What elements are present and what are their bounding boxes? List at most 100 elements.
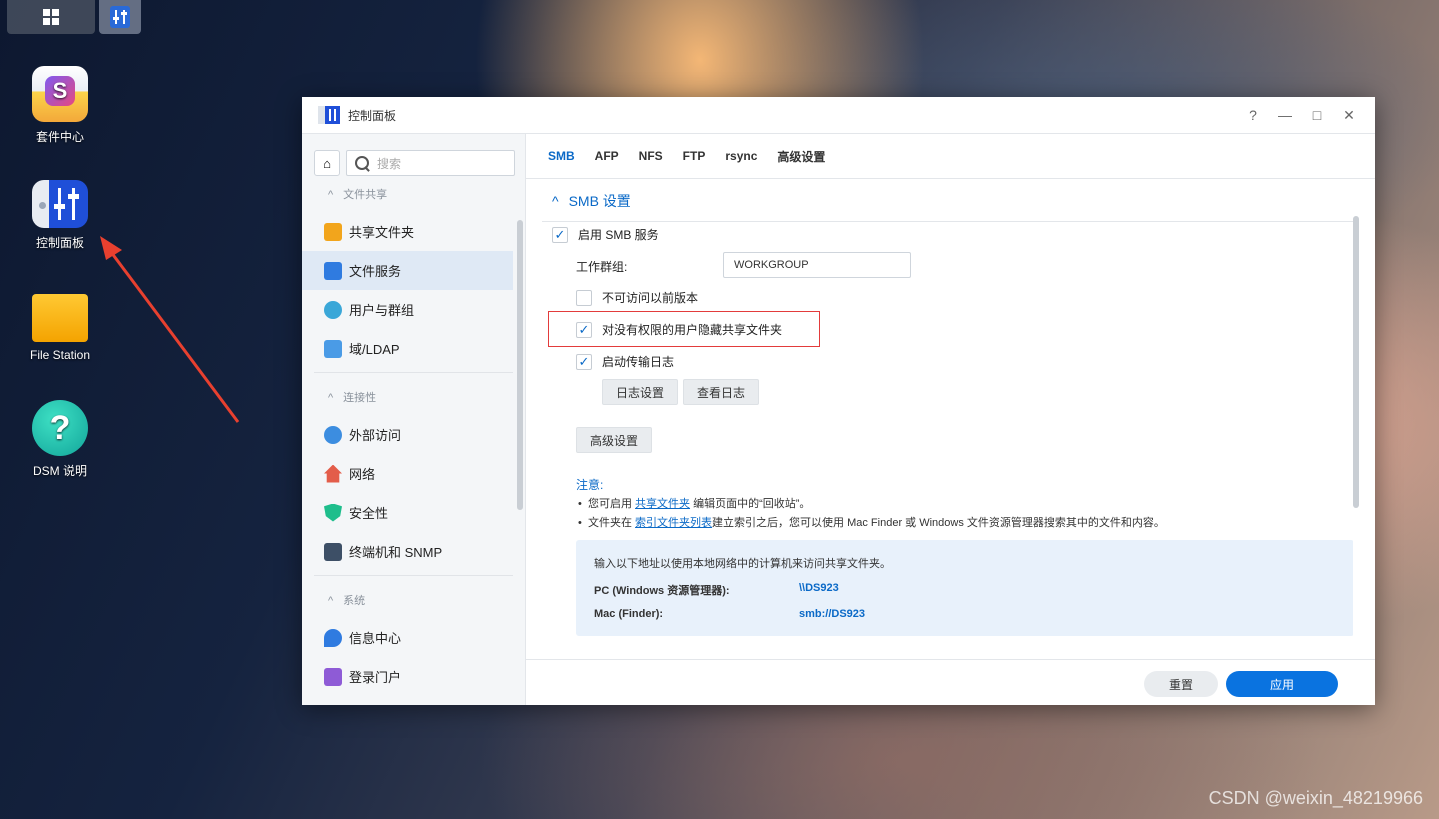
info-icon bbox=[324, 628, 342, 647]
sidebar-item-users-groups[interactable]: 用户与群组 bbox=[302, 290, 513, 329]
sidebar-item-info-center[interactable]: 信息中心 bbox=[302, 618, 513, 657]
help-icon: ? bbox=[32, 400, 88, 456]
login-portal-icon bbox=[324, 667, 342, 686]
footer: 重置 应用 bbox=[526, 659, 1375, 705]
tab-advanced[interactable]: 高级设置 bbox=[777, 148, 825, 165]
users-icon bbox=[324, 300, 342, 319]
sidebar-scrollbar[interactable] bbox=[517, 220, 523, 510]
chevron-up-icon: ^ bbox=[552, 193, 559, 209]
hide-shares-label: 对没有权限的用户隐藏共享文件夹 bbox=[602, 323, 783, 337]
search-placeholder: 搜索 bbox=[377, 156, 402, 171]
control-panel-window: 控制面板 ? — □ ✕ ⌂ 搜索 ^ 文件共享 共享文件夹 文件服务 用户与群组 bbox=[302, 97, 1375, 705]
tab-rsync[interactable]: rsync bbox=[725, 149, 757, 163]
chevron-up-icon: ^ bbox=[328, 392, 334, 404]
sidebar-item-terminal-snmp[interactable]: 终端机和 SNMP bbox=[302, 532, 513, 571]
access-info-intro: 输入以下地址以使用本地网络中的计算机来访问共享文件夹。 bbox=[594, 558, 891, 570]
close-button[interactable]: ✕ bbox=[1341, 107, 1357, 124]
window-titlebar[interactable]: 控制面板 ? — □ ✕ bbox=[302, 97, 1375, 134]
sidebar-item-label: 安全性 bbox=[349, 506, 389, 521]
view-log-button[interactable]: 查看日志 bbox=[683, 379, 759, 405]
sidebar-item-network[interactable]: 网络 bbox=[302, 454, 513, 493]
tab-afp[interactable]: AFP bbox=[595, 149, 619, 163]
note-line-1: • 您可启用 共享文件夹 编辑页面中的“回收站”。 bbox=[578, 498, 811, 510]
workgroup-value: WORKGROUP bbox=[734, 259, 809, 271]
divider bbox=[314, 575, 513, 576]
pc-address: \\DS923 bbox=[799, 582, 839, 594]
shared-folder-link[interactable]: 共享文件夹 bbox=[635, 498, 690, 510]
sidebar-item-login-portal[interactable]: 登录门户 bbox=[302, 657, 513, 696]
enable-smb-label: 启用 SMB 服务 bbox=[578, 228, 659, 242]
sidebar-item-domain-ldap[interactable]: 域/LDAP bbox=[302, 329, 513, 368]
section-header-connectivity[interactable]: ^ 连接性 bbox=[302, 385, 525, 415]
minimize-button[interactable]: — bbox=[1277, 107, 1293, 124]
sidebar-item-label: 用户与群组 bbox=[349, 303, 415, 318]
sidebar-item-security[interactable]: 安全性 bbox=[302, 493, 513, 532]
desktop-icon-control-panel[interactable]: 控制面板 bbox=[10, 180, 110, 251]
taskbar bbox=[7, 0, 141, 34]
workgroup-label: 工作群组: bbox=[576, 260, 628, 274]
note-line-2: • 文件夹在 索引文件夹列表建立索引之后，您可以使用 Mac Finder 或 … bbox=[578, 517, 1165, 529]
section-header-file-sharing[interactable]: ^ 文件共享 bbox=[302, 182, 525, 212]
hide-shares-row: ✓ 对没有权限的用户隐藏共享文件夹 bbox=[576, 321, 782, 338]
section-header-system[interactable]: ^ 系统 bbox=[302, 588, 525, 618]
control-panel-icon bbox=[318, 106, 340, 124]
sidebar-item-file-services[interactable]: 文件服务 bbox=[302, 251, 513, 290]
workgroup-row: 工作群组: bbox=[576, 258, 627, 275]
divider bbox=[314, 372, 513, 373]
desktop-icon-file-station[interactable]: File Station bbox=[10, 290, 110, 362]
desktop-icon-label: 控制面板 bbox=[35, 236, 84, 250]
desktop-icon-label: DSM 说明 bbox=[32, 464, 87, 478]
smb-section-header[interactable]: ^ SMB 设置 bbox=[542, 179, 1353, 222]
reset-button[interactable]: 重置 bbox=[1144, 671, 1218, 697]
workgroup-input[interactable]: WORKGROUP bbox=[723, 252, 911, 278]
external-access-icon bbox=[324, 425, 342, 444]
desktop-icon-dsm-help[interactable]: ? DSM 说明 bbox=[10, 400, 110, 479]
main-panel: SMB AFP NFS FTP rsync 高级设置 ^ SMB 设置 ✓ 启用 … bbox=[526, 134, 1375, 705]
control-panel-icon bbox=[32, 180, 88, 228]
desktop-icon-label: 套件中心 bbox=[35, 130, 84, 144]
window-title: 控制面板 bbox=[348, 108, 397, 123]
desktop-icon-package-center[interactable]: S 套件中心 bbox=[10, 66, 110, 145]
sidebar-item-shared-folder[interactable]: 共享文件夹 bbox=[302, 212, 513, 251]
hide-shares-checkbox[interactable]: ✓ bbox=[576, 321, 592, 338]
sidebar-item-label: 网络 bbox=[349, 467, 376, 482]
transfer-log-row: ✓ 启动传输日志 bbox=[576, 353, 674, 370]
log-settings-button[interactable]: 日志设置 bbox=[602, 379, 678, 405]
sidebar-item-external-access[interactable]: 外部访问 bbox=[302, 415, 513, 454]
sidebar-item-label: 域/LDAP bbox=[349, 342, 400, 357]
sidebar-item-label: 共享文件夹 bbox=[349, 225, 415, 240]
tab-smb[interactable]: SMB bbox=[548, 149, 575, 163]
tab-bar: SMB AFP NFS FTP rsync 高级设置 bbox=[526, 134, 1375, 179]
chevron-up-icon: ^ bbox=[328, 595, 334, 607]
enable-smb-checkbox[interactable]: ✓ bbox=[552, 226, 568, 243]
taskbar-control-panel[interactable] bbox=[99, 0, 141, 34]
tab-ftp[interactable]: FTP bbox=[683, 149, 706, 163]
transfer-log-checkbox[interactable]: ✓ bbox=[576, 353, 592, 370]
folder-icon bbox=[32, 294, 88, 342]
network-icon bbox=[324, 464, 342, 483]
sidebar-item-label: 信息中心 bbox=[349, 631, 402, 646]
watermark: CSDN @weixin_48219966 bbox=[1208, 788, 1423, 808]
prev-versions-checkbox[interactable]: ✓ bbox=[576, 289, 592, 306]
advanced-settings-button[interactable]: 高级设置 bbox=[576, 427, 652, 453]
tab-nfs[interactable]: NFS bbox=[639, 149, 663, 163]
chevron-up-icon: ^ bbox=[328, 189, 334, 201]
access-info-box: 输入以下地址以使用本地网络中的计算机来访问共享文件夹。 PC (Windows … bbox=[576, 540, 1353, 636]
search-input[interactable]: 搜索 bbox=[346, 150, 515, 176]
notes-title: 注意: bbox=[576, 478, 604, 492]
apply-button[interactable]: 应用 bbox=[1226, 671, 1338, 697]
shield-icon bbox=[324, 503, 342, 522]
index-folder-list-link[interactable]: 索引文件夹列表 bbox=[635, 517, 712, 529]
content-scrollbar[interactable] bbox=[1353, 216, 1359, 508]
sidebar-item-label: 外部访问 bbox=[349, 428, 402, 443]
mac-label: Mac (Finder): bbox=[594, 608, 664, 620]
transfer-log-label: 启动传输日志 bbox=[602, 355, 675, 369]
help-button[interactable]: ? bbox=[1245, 107, 1261, 124]
package-center-icon: S bbox=[32, 66, 88, 122]
control-panel-icon bbox=[110, 6, 130, 28]
maximize-button[interactable]: □ bbox=[1309, 107, 1325, 124]
main-menu-button[interactable] bbox=[7, 0, 95, 34]
prev-versions-row: ✓ 不可访问以前版本 bbox=[576, 289, 698, 306]
sidebar-item-label: 文件服务 bbox=[349, 264, 402, 279]
home-button[interactable]: ⌂ bbox=[314, 150, 340, 176]
